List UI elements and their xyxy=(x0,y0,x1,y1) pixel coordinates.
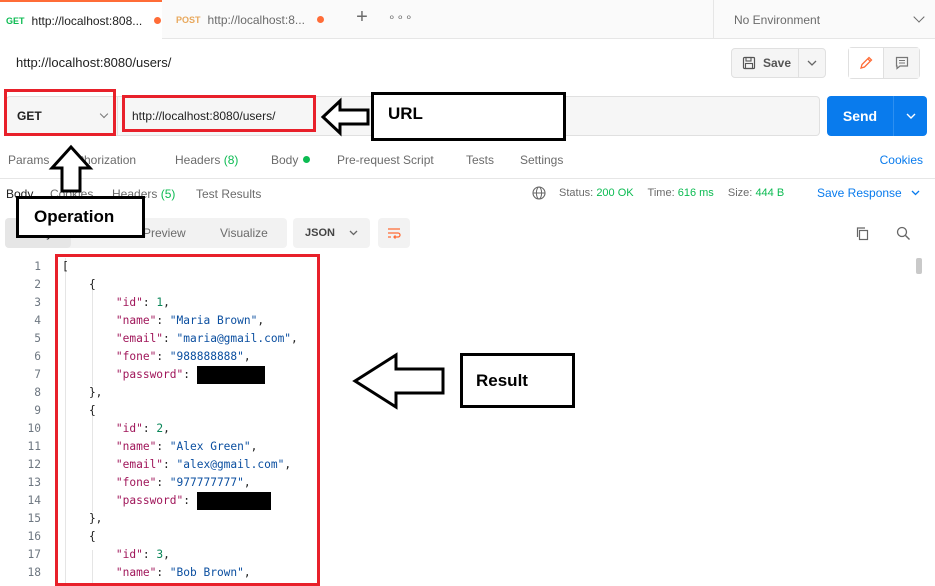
globe-icon[interactable] xyxy=(532,186,546,200)
save-response-label: Save Response xyxy=(817,186,902,200)
pencil-icon xyxy=(860,56,873,69)
request-tab-get[interactable]: GET http://localhost:808... xyxy=(0,0,162,39)
format-value: JSON xyxy=(305,227,335,239)
result-annotation: Result xyxy=(460,353,575,408)
line-numbers: 1 2 3 4 5 6 7 8 9 10 11 12 13 14 15 16 17 18 xyxy=(0,258,44,582)
line-number: 3 xyxy=(34,296,41,309)
response-headers-count: (5) xyxy=(160,187,176,201)
new-tab-plus-icon[interactable]: + xyxy=(352,7,372,28)
save-disk-icon xyxy=(742,56,756,70)
tab-label: http://localhost:8... xyxy=(207,12,305,27)
line-number: 8 xyxy=(34,386,41,399)
line-number: 14 xyxy=(27,494,41,507)
operation-annotation: Operation xyxy=(16,196,145,238)
url-highlight-box xyxy=(122,95,316,132)
search-icon[interactable] xyxy=(896,226,911,241)
format-select[interactable]: JSON xyxy=(293,218,370,248)
operation-annotation-label: Operation xyxy=(34,207,115,226)
tab-headers[interactable]: Headers (8) xyxy=(175,153,238,167)
edit-pencil-button[interactable] xyxy=(849,48,885,78)
save-label: Save xyxy=(763,56,792,70)
save-button-group: Save xyxy=(731,48,826,78)
tab-tests[interactable]: Tests xyxy=(466,153,494,167)
tab-pre-request-script[interactable]: Pre-request Script xyxy=(337,153,434,167)
time-value[interactable]: 616 ms xyxy=(678,187,714,199)
chevron-down-icon xyxy=(913,11,925,23)
url-annotation: URL xyxy=(371,92,566,141)
save-options-button[interactable] xyxy=(799,49,825,77)
tab-label: http://localhost:808... xyxy=(31,13,143,28)
line-number: 12 xyxy=(27,458,41,471)
wrap-lines-icon xyxy=(388,228,401,239)
arrow-left-icon xyxy=(320,97,370,137)
copy-icon[interactable] xyxy=(855,226,870,241)
send-button-group: Send xyxy=(827,96,927,136)
comments-button[interactable] xyxy=(884,48,919,78)
save-response-button[interactable]: Save Response xyxy=(817,186,920,200)
tab-method-badge: POST xyxy=(176,14,201,25)
environment-label: No Environment xyxy=(734,12,821,27)
tab-body-label: Body xyxy=(271,153,299,167)
visualize-button[interactable]: Visualize xyxy=(220,218,268,248)
line-number: 13 xyxy=(27,476,41,489)
chevron-down-icon xyxy=(911,190,920,196)
status-label: Status: xyxy=(559,187,594,199)
line-number: 7 xyxy=(34,368,41,381)
arrow-left-icon xyxy=(352,352,445,410)
send-button[interactable]: Send xyxy=(827,96,894,136)
chevron-down-icon xyxy=(906,113,915,119)
unsaved-dot-icon xyxy=(154,17,162,24)
arrow-up-icon xyxy=(48,144,94,193)
tab-settings[interactable]: Settings xyxy=(520,153,563,167)
time-label: Time: xyxy=(647,187,675,199)
line-number: 15 xyxy=(27,512,41,525)
environment-selector[interactable]: No Environment xyxy=(713,0,935,39)
size-value[interactable]: 444 B xyxy=(755,187,784,199)
chevron-down-icon xyxy=(349,230,358,236)
view-mode-toggle xyxy=(848,47,920,79)
postman-window: GET http://localhost:808... POST http://… xyxy=(0,0,935,586)
line-number: 1 xyxy=(34,260,41,273)
response-tab-test-results[interactable]: Test Results xyxy=(196,187,261,201)
preview-button[interactable]: Preview xyxy=(143,218,186,248)
wrap-lines-button[interactable] xyxy=(378,218,410,248)
result-annotation-label: Result xyxy=(476,371,528,390)
line-number: 17 xyxy=(27,548,41,561)
comment-icon xyxy=(895,56,908,70)
result-highlight-box xyxy=(55,254,320,586)
request-title: http://localhost:8080/users/ xyxy=(16,55,172,70)
line-number: 5 xyxy=(34,332,41,345)
line-number: 4 xyxy=(34,314,41,327)
request-tab-post[interactable]: POST http://localhost:8... xyxy=(168,0,338,39)
line-number: 11 xyxy=(27,440,41,453)
operation-highlight-box xyxy=(4,89,116,136)
line-number: 2 xyxy=(34,278,41,291)
more-tabs-icon[interactable]: ∘∘∘ xyxy=(388,10,414,24)
response-status-info: Status: 200 OK Time: 616 ms Size: 444 B xyxy=(559,187,784,199)
line-number: 18 xyxy=(27,566,41,579)
body-indicator-dot-icon xyxy=(303,156,311,163)
line-number: 10 xyxy=(27,422,41,435)
save-button[interactable]: Save xyxy=(732,49,800,77)
headers-count: (8) xyxy=(223,153,239,167)
tab-headers-label: Headers xyxy=(175,153,221,167)
request-tabs: Params Authorization Headers (8) Body Pr… xyxy=(0,146,935,174)
unsaved-dot-icon xyxy=(316,16,324,23)
send-options-button[interactable] xyxy=(894,96,927,136)
tab-params[interactable]: Params xyxy=(8,153,49,167)
line-number: 6 xyxy=(34,350,41,363)
tab-body[interactable]: Body xyxy=(271,153,311,167)
tab-method-badge: GET xyxy=(6,15,25,26)
url-annotation-label: URL xyxy=(388,104,423,123)
line-number: 16 xyxy=(27,530,41,543)
status-value[interactable]: 200 OK xyxy=(596,187,633,199)
vertical-scrollbar[interactable] xyxy=(916,258,922,274)
chevron-down-icon xyxy=(807,60,817,66)
tab-bar: GET http://localhost:808... POST http://… xyxy=(0,0,935,39)
line-number: 9 xyxy=(34,404,41,417)
size-label: Size: xyxy=(727,187,753,199)
cookies-link[interactable]: Cookies xyxy=(880,153,923,167)
